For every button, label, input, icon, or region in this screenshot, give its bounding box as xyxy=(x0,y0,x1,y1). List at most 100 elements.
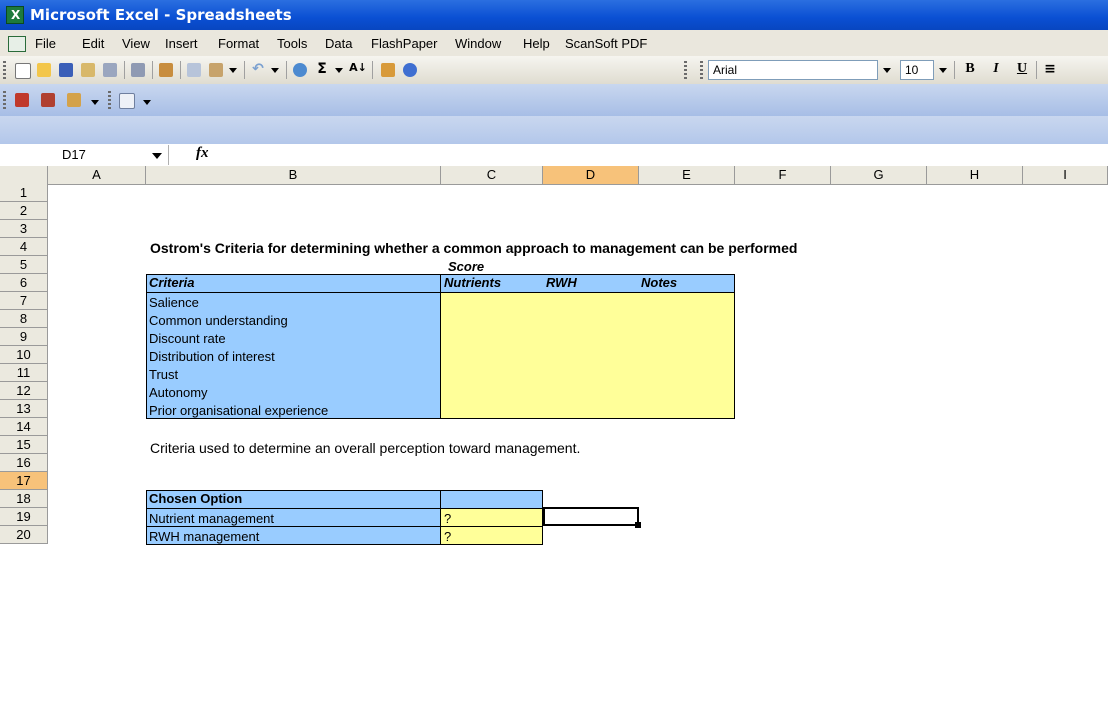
row-header[interactable]: 3 xyxy=(0,220,48,238)
row-header[interactable]: 12 xyxy=(0,382,48,400)
row-header[interactable]: 9 xyxy=(0,328,48,346)
row-header[interactable]: 5 xyxy=(0,256,48,274)
row-header[interactable]: 6 xyxy=(0,274,48,292)
pdf-review-icon[interactable] xyxy=(64,90,84,110)
option-value[interactable]: ? xyxy=(444,511,451,526)
menu-file[interactable]: File xyxy=(35,36,56,51)
insert-function-icon[interactable]: fx xyxy=(196,145,209,162)
row-header[interactable]: 20 xyxy=(0,526,48,544)
italic-button[interactable]: I xyxy=(986,60,1006,80)
sort-ascending-icon[interactable]: A↓ xyxy=(348,60,368,80)
hyperlink-icon[interactable] xyxy=(290,60,310,80)
column-header-b[interactable]: B xyxy=(146,166,441,184)
row-header[interactable]: 11 xyxy=(0,364,48,382)
chosen-option-header-cell[interactable]: Chosen Option xyxy=(146,490,441,508)
row-header[interactable]: 15 xyxy=(0,436,48,454)
criteria-item[interactable]: Autonomy xyxy=(149,385,208,400)
menu-scansoft-pdf[interactable]: ScanSoft PDF xyxy=(565,36,647,51)
column-header-c[interactable]: C xyxy=(441,166,543,184)
row-header[interactable]: 8 xyxy=(0,310,48,328)
paste-icon[interactable] xyxy=(206,60,226,80)
formula-input[interactable] xyxy=(220,145,1100,165)
criteria-header-cell[interactable]: Criteria xyxy=(146,274,441,292)
flashpaper-options-icon[interactable] xyxy=(140,92,154,112)
autosum-icon[interactable]: Σ xyxy=(312,60,332,80)
active-cell-d17[interactable] xyxy=(543,507,639,526)
font-name-box[interactable]: Arial xyxy=(708,60,878,80)
criteria-item[interactable]: Prior organisational experience xyxy=(149,403,328,418)
row-header[interactable]: 7 xyxy=(0,292,48,310)
chart-wizard-icon[interactable] xyxy=(378,60,398,80)
criteria-item[interactable]: Discount rate xyxy=(149,331,226,346)
undo-dropdown-icon[interactable] xyxy=(268,60,282,80)
print-icon[interactable] xyxy=(100,60,120,80)
criteria-item[interactable]: Common understanding xyxy=(149,313,288,328)
option-label[interactable]: Nutrient management xyxy=(149,511,274,526)
flashpaper-icon[interactable] xyxy=(116,90,136,110)
paste-dropdown-icon[interactable] xyxy=(226,60,240,80)
save-icon[interactable] xyxy=(56,60,76,80)
font-size-dropdown-icon[interactable] xyxy=(936,60,950,80)
row-header[interactable]: 1 xyxy=(0,184,48,202)
menu-help[interactable]: Help xyxy=(523,36,550,51)
menu-tools[interactable]: Tools xyxy=(277,36,307,51)
option-value[interactable]: ? xyxy=(444,529,451,544)
align-left-icon[interactable]: ≡ xyxy=(1040,60,1060,80)
undo-icon[interactable]: ↶ xyxy=(248,60,268,80)
select-all-corner[interactable] xyxy=(0,166,48,184)
print-preview-icon[interactable] xyxy=(128,60,148,80)
row-header[interactable]: 16 xyxy=(0,454,48,472)
column-header-h[interactable]: H xyxy=(927,166,1023,184)
toolbar-grip[interactable] xyxy=(108,91,111,109)
column-header-e[interactable]: E xyxy=(639,166,735,184)
row-header[interactable]: 18 xyxy=(0,490,48,508)
new-document-icon[interactable] xyxy=(12,60,32,80)
formatting-toolbar-grip[interactable] xyxy=(700,61,703,79)
document-menu-icon[interactable] xyxy=(8,36,26,52)
criteria-item[interactable]: Distribution of interest xyxy=(149,349,275,364)
copy-icon[interactable] xyxy=(184,60,204,80)
research-icon[interactable] xyxy=(156,60,176,80)
menu-format[interactable]: Format xyxy=(218,36,259,51)
excel-app-icon[interactable] xyxy=(6,6,24,24)
menu-view[interactable]: View xyxy=(122,36,150,51)
chosen-option-value-header[interactable] xyxy=(441,490,543,508)
toolbar-grip[interactable] xyxy=(684,61,687,79)
option-label[interactable]: RWH management xyxy=(149,529,259,544)
underline-button[interactable]: U xyxy=(1012,60,1032,80)
criteria-item[interactable]: Trust xyxy=(149,367,178,382)
score-area[interactable] xyxy=(441,292,735,418)
row-header[interactable]: 14 xyxy=(0,418,48,436)
pdf-toolbar-options-icon[interactable] xyxy=(88,92,102,112)
menu-edit[interactable]: Edit xyxy=(82,36,104,51)
menu-flashpaper[interactable]: FlashPaper xyxy=(371,36,437,51)
row-header[interactable]: 10 xyxy=(0,346,48,364)
pdf-email-icon[interactable] xyxy=(38,90,58,110)
open-folder-icon[interactable] xyxy=(34,60,54,80)
column-header-g[interactable]: G xyxy=(831,166,927,184)
font-name-dropdown-icon[interactable] xyxy=(880,60,894,80)
column-header-i[interactable]: I xyxy=(1023,166,1108,184)
menu-data[interactable]: Data xyxy=(325,36,352,51)
column-header-a[interactable]: A xyxy=(48,166,146,184)
fill-handle[interactable] xyxy=(635,522,641,528)
row-header[interactable]: 13 xyxy=(0,400,48,418)
row-header[interactable]: 2 xyxy=(0,202,48,220)
toolbar-grip[interactable] xyxy=(3,91,6,109)
row-header[interactable]: 4 xyxy=(0,238,48,256)
help-icon[interactable] xyxy=(400,60,420,80)
convert-to-pdf-icon[interactable] xyxy=(12,90,32,110)
autosum-dropdown-icon[interactable] xyxy=(332,60,346,80)
permission-icon[interactable] xyxy=(78,60,98,80)
column-header-d[interactable]: D xyxy=(543,166,639,184)
criteria-item[interactable]: Salience xyxy=(149,295,199,310)
row-header[interactable]: 17 xyxy=(0,472,48,490)
bold-button[interactable]: B xyxy=(960,60,980,80)
score-header-cells[interactable]: Nutrients RWH Notes xyxy=(441,274,735,292)
column-header-f[interactable]: F xyxy=(735,166,831,184)
font-size-box[interactable]: 10 xyxy=(900,60,934,80)
toolbar-grip[interactable] xyxy=(3,61,6,79)
menu-window[interactable]: Window xyxy=(455,36,501,51)
row-header[interactable]: 19 xyxy=(0,508,48,526)
menu-insert[interactable]: Insert xyxy=(165,36,198,51)
